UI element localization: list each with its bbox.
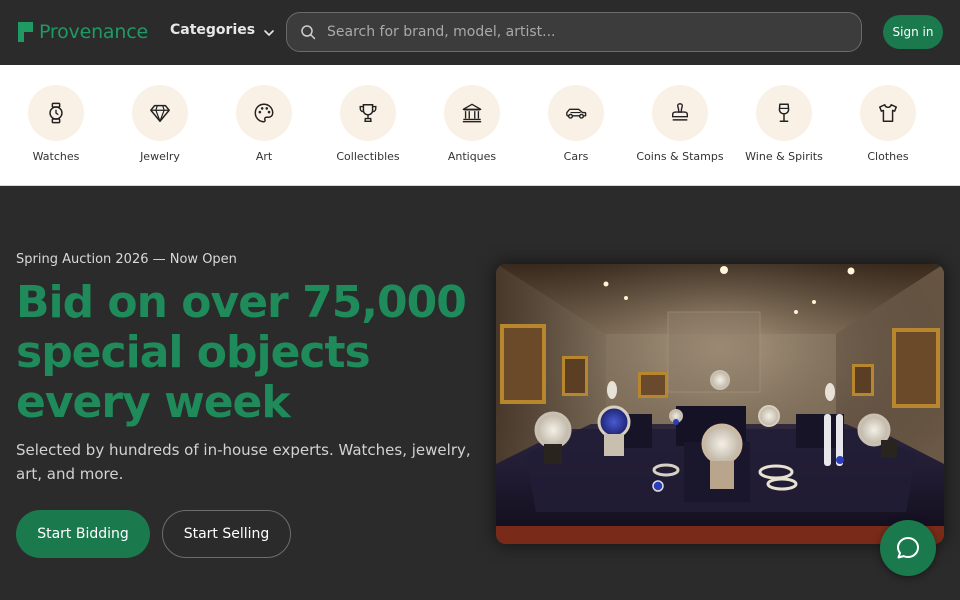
category-collectibles[interactable]: Collectibles xyxy=(316,85,420,163)
category-icon-circle xyxy=(652,85,708,141)
hero-eyebrow: Spring Auction 2026 — Now Open xyxy=(16,252,237,267)
trophy-icon xyxy=(359,104,377,122)
category-label: Art xyxy=(255,150,273,163)
category-icon-circle xyxy=(132,85,188,141)
chat-bubble-icon xyxy=(897,537,919,559)
category-cars[interactable]: Cars xyxy=(524,85,628,163)
shirt-icon xyxy=(879,104,897,122)
category-label: Clothes xyxy=(867,150,909,163)
category-label: Jewelry xyxy=(140,150,180,163)
brand-logo[interactable]: Provenance xyxy=(18,21,148,43)
category-clothes[interactable]: Clothes xyxy=(836,85,940,163)
category-icon-circle xyxy=(444,85,500,141)
hero-headline: Bid on over 75,000 special objects every… xyxy=(16,277,467,428)
category-icon-circle xyxy=(340,85,396,141)
watch-icon xyxy=(49,102,63,124)
palette-icon xyxy=(254,103,274,123)
category-icon-circle xyxy=(28,85,84,141)
top-header: Provenance Categories Sign in xyxy=(0,0,960,65)
search-input[interactable] xyxy=(327,17,861,47)
chevron-down-icon xyxy=(263,24,275,37)
start-selling-button[interactable]: Start Selling xyxy=(162,510,291,558)
category-label: Watches xyxy=(32,150,80,163)
search-icon xyxy=(300,24,316,40)
sign-in-button[interactable]: Sign in xyxy=(883,15,943,49)
car-icon xyxy=(566,108,587,119)
category-watches[interactable]: Watches xyxy=(4,85,108,163)
gallery-watches-illustration xyxy=(496,264,944,544)
hero-subtext: Selected by hundreds of in-house experts… xyxy=(16,441,471,483)
categories-menu[interactable]: Categories xyxy=(170,22,275,38)
category-icon-circle xyxy=(756,85,812,141)
diamond-icon xyxy=(150,104,170,122)
category-label: Coins & Stamps xyxy=(636,150,724,163)
category-antiques[interactable]: Antiques xyxy=(420,85,524,163)
category-wine-spirits[interactable]: Wine & Spirits xyxy=(732,85,836,163)
category-art[interactable]: Art xyxy=(212,85,316,163)
stamp-icon xyxy=(671,103,689,121)
categories-label: Categories xyxy=(170,22,256,38)
category-label: Antiques xyxy=(447,150,497,163)
category-label: Collectibles xyxy=(336,150,400,163)
category-label: Wine & Spirits xyxy=(745,150,823,163)
search-bar[interactable] xyxy=(286,12,862,52)
brand-name: Provenance xyxy=(39,21,148,43)
museum-icon xyxy=(462,103,482,123)
category-icon-circle xyxy=(548,85,604,141)
category-icon-circle xyxy=(860,85,916,141)
category-label: Cars xyxy=(563,150,589,163)
category-coins-stamps[interactable]: Coins & Stamps xyxy=(628,85,732,163)
hero-gallery-image xyxy=(496,264,944,544)
start-bidding-button[interactable]: Start Bidding xyxy=(16,510,150,558)
category-strip: Watches Jewelry Art Collectibles Antique… xyxy=(0,65,960,186)
category-icon-circle xyxy=(236,85,292,141)
wine-glass-icon xyxy=(778,103,790,122)
chat-button[interactable] xyxy=(880,520,936,576)
logo-mark-icon xyxy=(18,22,33,42)
category-jewelry[interactable]: Jewelry xyxy=(108,85,212,163)
hero-section: Spring Auction 2026 — Now Open Bid on ov… xyxy=(0,186,960,600)
